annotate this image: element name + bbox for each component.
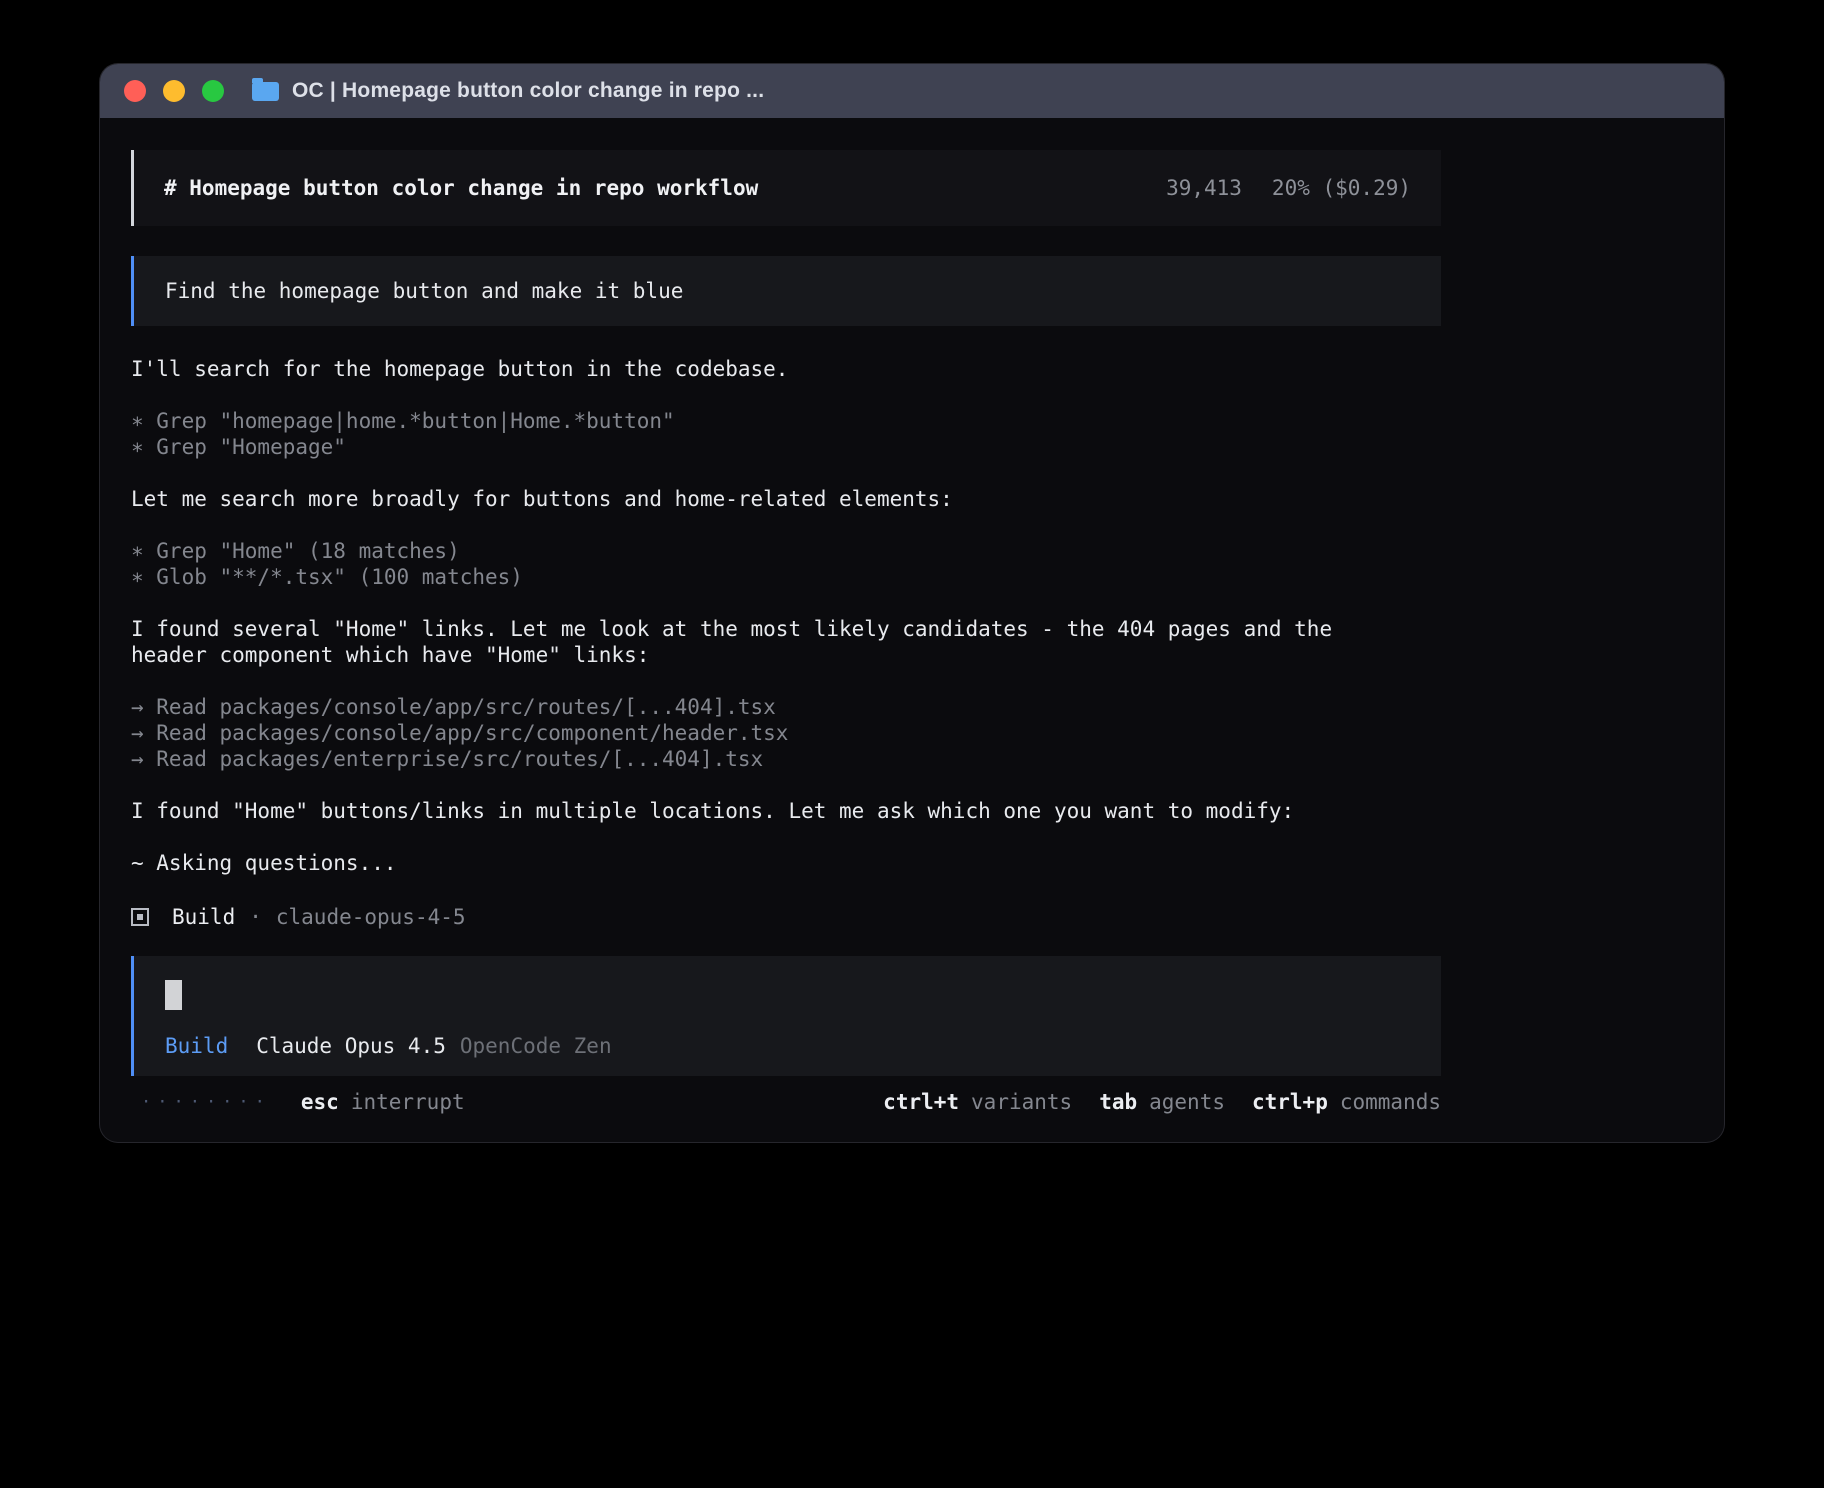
- zoom-button[interactable]: [202, 80, 224, 102]
- assistant-text: I found "Home" buttons/links in multiple…: [131, 798, 1381, 824]
- minimize-button[interactable]: [163, 80, 185, 102]
- status-bar-left: ········ esc interrupt: [131, 1089, 465, 1115]
- variants-shortcut: ctrl+t variants: [883, 1089, 1072, 1115]
- agents-label: agents: [1149, 1090, 1225, 1114]
- interrupt-hint: esc interrupt: [301, 1089, 465, 1115]
- model-status-line: Build Claude Opus 4.5 OpenCode Zen: [165, 1034, 1413, 1058]
- spacer: [131, 590, 1441, 616]
- tool-call-grep: ∗ Grep "Homepage": [131, 434, 1441, 460]
- commands-label: commands: [1340, 1090, 1441, 1114]
- tool-call-read: → Read packages/console/app/src/componen…: [131, 720, 1441, 746]
- context-usage: 20% ($0.29): [1272, 176, 1411, 200]
- window-title: OC | Homepage button color change in rep…: [292, 79, 764, 103]
- tool-call-read: → Read packages/enterprise/src/routes/[.…: [131, 746, 1441, 772]
- working-indicator: ········: [131, 1089, 271, 1115]
- agent-model: claude-opus-4-5: [276, 905, 466, 929]
- status-bar: ········ esc interrupt ctrl+t variants tab…: [131, 1089, 1441, 1115]
- spacer: [131, 668, 1441, 694]
- tool-call-grep: ∗ Grep "homepage|home.*button|Home.*butt…: [131, 408, 1441, 434]
- agent-icon: [131, 908, 149, 926]
- assistant-text: I found several "Home" links. Let me loo…: [131, 616, 1381, 668]
- agent-name: Build: [172, 905, 235, 929]
- provider-label: OpenCode Zen: [460, 1034, 612, 1058]
- variants-label: variants: [971, 1090, 1072, 1114]
- titlebar[interactable]: OC | Homepage button color change in rep…: [100, 64, 1724, 118]
- token-count: 39,413: [1166, 176, 1242, 200]
- user-message-text: Find the homepage button and make it blu…: [165, 279, 683, 303]
- terminal-window: OC | Homepage button color change in rep…: [100, 64, 1724, 1142]
- prompt-input[interactable]: Build Claude Opus 4.5 OpenCode Zen: [131, 956, 1441, 1076]
- spacer: [131, 824, 1441, 850]
- folder-icon: [252, 82, 279, 101]
- text-cursor: [165, 980, 182, 1010]
- commands-shortcut: ctrl+p commands: [1252, 1089, 1441, 1115]
- mode-label[interactable]: Build: [165, 1034, 228, 1058]
- session-header: # Homepage button color change in repo w…: [131, 150, 1441, 226]
- assistant-text: Let me search more broadly for buttons a…: [131, 486, 1441, 512]
- user-message: Find the homepage button and make it blu…: [131, 256, 1441, 326]
- assistant-response: I'll search for the homepage button in t…: [131, 356, 1441, 932]
- esc-key: esc: [301, 1090, 339, 1114]
- ctrl-p-key: ctrl+p: [1252, 1090, 1328, 1114]
- tab-key: tab: [1099, 1090, 1137, 1114]
- ctrl-t-key: ctrl+t: [883, 1090, 959, 1114]
- agent-info-line: Build · claude-opus-4-5: [131, 902, 1441, 932]
- traffic-lights: [124, 80, 224, 102]
- session-title: # Homepage button color change in repo w…: [164, 176, 758, 200]
- agents-shortcut: tab agents: [1099, 1089, 1225, 1115]
- tool-call-read: → Read packages/console/app/src/routes/[…: [131, 694, 1441, 720]
- tool-call-glob: ∗ Glob "**/*.tsx" (100 matches): [131, 564, 1441, 590]
- session-stats: 39,413 20% ($0.29): [1166, 176, 1411, 200]
- separator-dot: ·: [249, 905, 262, 929]
- close-button[interactable]: [124, 80, 146, 102]
- spacer: [131, 512, 1441, 538]
- spacer: [131, 772, 1441, 798]
- interrupt-label: interrupt: [351, 1090, 465, 1114]
- spacer: [131, 460, 1441, 486]
- status-bar-right: ctrl+t variants tab agents ctrl+p commands: [856, 1089, 1441, 1115]
- model-label[interactable]: Claude Opus 4.5: [256, 1034, 446, 1058]
- spacer: [131, 382, 1441, 408]
- status-text: ~ Asking questions...: [131, 850, 1441, 876]
- tool-call-grep: ∗ Grep "Home" (18 matches): [131, 538, 1441, 564]
- terminal-content: # Homepage button color change in repo w…: [100, 118, 1724, 1115]
- assistant-text: I'll search for the homepage button in t…: [131, 356, 1441, 382]
